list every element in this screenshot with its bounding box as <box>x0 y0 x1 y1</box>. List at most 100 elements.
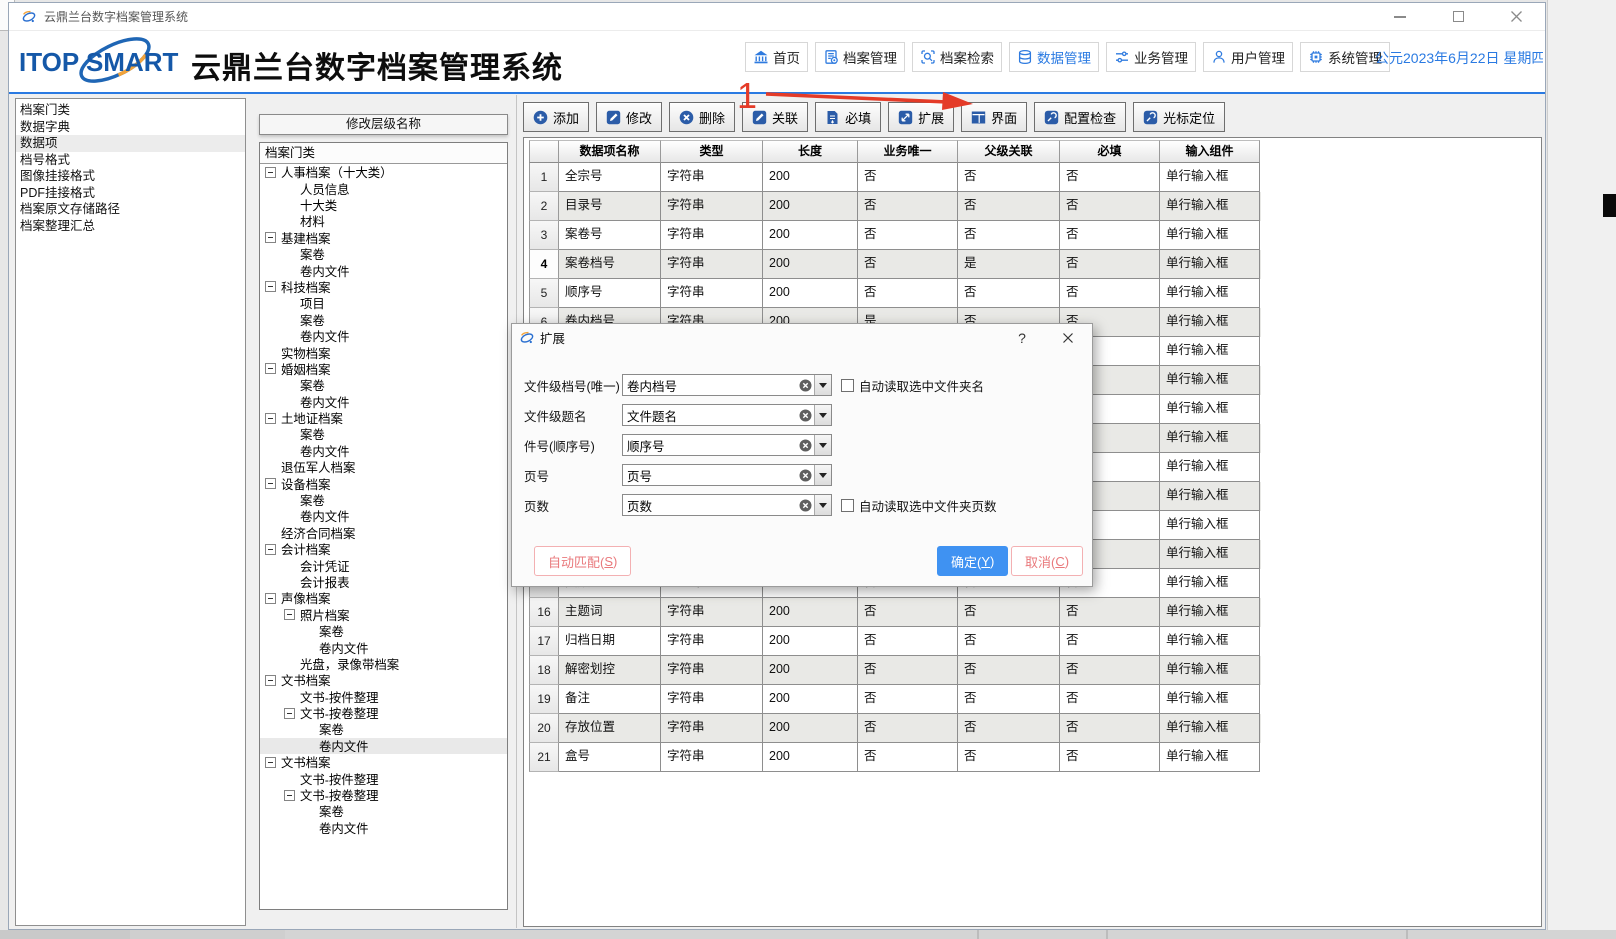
tree-node[interactable]: 实物档案 <box>260 344 507 360</box>
tree-collapse-icon[interactable] <box>265 675 276 686</box>
dropdown-arrow-button[interactable] <box>814 465 831 485</box>
dropdown-arrow-button[interactable] <box>814 435 831 455</box>
dialog-combobox[interactable]: 页号 <box>622 464 832 486</box>
tree-node[interactable]: 光盘，录像带档案 <box>260 656 507 672</box>
column-header[interactable]: 业务唯一 <box>858 140 958 163</box>
tree-node[interactable]: 会计凭证 <box>260 557 507 573</box>
column-header[interactable]: 输入组件 <box>1160 140 1260 163</box>
toolbar-button[interactable]: 修改 <box>596 102 662 132</box>
tree-collapse-icon[interactable] <box>265 757 276 768</box>
toolbar-button[interactable]: 必填 <box>815 102 881 132</box>
toolbar-button[interactable]: 关联 <box>742 102 808 132</box>
tree-node[interactable]: 文书-按件整理 <box>260 689 507 705</box>
toolbar-button[interactable]: 界面 <box>961 102 1027 132</box>
tree-node[interactable]: 人事档案（十大类） <box>260 164 507 180</box>
tree-node[interactable]: 卷内文件 <box>260 639 507 655</box>
sidebar-item[interactable]: PDF挂接格式 <box>16 185 245 202</box>
cancel-button[interactable]: 取消(C) <box>1011 546 1083 576</box>
nav-button[interactable]: 用户管理 <box>1203 42 1293 72</box>
tree-node[interactable]: 文书档案 <box>260 672 507 688</box>
tree-node[interactable]: 声像档案 <box>260 590 507 606</box>
column-header[interactable]: 长度 <box>763 140 858 163</box>
tree-collapse-icon[interactable] <box>265 281 276 292</box>
tree-node[interactable]: 十大类 <box>260 197 507 213</box>
nav-button[interactable]: 档案检索 <box>912 42 1002 72</box>
toolbar-button[interactable]: 光标定位 <box>1133 102 1225 132</box>
nav-button[interactable]: 数据管理 <box>1009 42 1099 72</box>
tree-node[interactable]: 照片档案 <box>260 607 507 623</box>
toolbar-button[interactable]: 删除 <box>669 102 735 132</box>
dropdown-arrow-button[interactable] <box>814 405 831 425</box>
column-header[interactable]: 数据项名称 <box>559 140 661 163</box>
auto-match-button[interactable]: 自动匹配(S) <box>534 546 631 576</box>
tree-node[interactable]: 会计档案 <box>260 541 507 557</box>
table-row[interactable]: 4案卷档号字符串200否是否单行输入框 <box>529 250 1261 279</box>
column-header[interactable]: 必填 <box>1060 140 1160 163</box>
combobox-value[interactable]: 页数 <box>623 496 797 515</box>
sidebar-item[interactable]: 档案门类 <box>16 102 245 119</box>
dialog-combobox[interactable]: 顺序号 <box>622 434 832 456</box>
tree-node[interactable]: 科技档案 <box>260 279 507 295</box>
combobox-value[interactable]: 页号 <box>623 466 797 485</box>
table-row[interactable]: 3案卷号字符串200否否否单行输入框 <box>529 221 1261 250</box>
sidebar-item[interactable]: 档案原文存储路径 <box>16 201 245 218</box>
tree-node[interactable]: 婚姻档案 <box>260 361 507 377</box>
table-row[interactable]: 17归档日期字符串200否否否单行输入框 <box>529 627 1261 656</box>
table-row[interactable]: 19备注字符串200否否否单行输入框 <box>529 685 1261 714</box>
table-row[interactable]: 21盒号字符串200否否否单行输入框 <box>529 743 1261 772</box>
tree-node[interactable]: 卷内文件 <box>260 508 507 524</box>
column-header[interactable]: 父级关联 <box>958 140 1060 163</box>
sidebar-item[interactable]: 数据项 <box>16 135 245 152</box>
minimize-button[interactable] <box>1371 3 1429 31</box>
tree-node[interactable]: 卷内文件 <box>260 262 507 278</box>
toolbar-button[interactable]: 配置检查 <box>1034 102 1126 132</box>
dialog-combobox[interactable]: 卷内档号 <box>622 374 832 396</box>
tree-node[interactable]: 卷内文件 <box>260 328 507 344</box>
tree-node[interactable]: 案卷 <box>260 721 507 737</box>
tree-node[interactable]: 案卷 <box>260 312 507 328</box>
maximize-button[interactable] <box>1429 3 1487 31</box>
tree-node[interactable]: 案卷 <box>260 426 507 442</box>
tree-node[interactable]: 经济合同档案 <box>260 525 507 541</box>
tree-node[interactable]: 卷内文件 <box>260 820 507 836</box>
column-header[interactable]: 类型 <box>661 140 763 163</box>
toolbar-button[interactable]: 扩展 <box>888 102 954 132</box>
dialog-checkbox[interactable]: 自动读取选中文件夹名 <box>841 376 984 395</box>
tree-node[interactable]: 卷内文件 <box>260 738 507 754</box>
tree-node[interactable]: 文书-按卷整理 <box>260 787 507 803</box>
clear-icon[interactable] <box>797 379 814 392</box>
tree-node[interactable]: 材料 <box>260 213 507 229</box>
tree-collapse-icon[interactable] <box>265 363 276 374</box>
nav-button[interactable]: 业务管理 <box>1106 42 1196 72</box>
dialog-help-button[interactable]: ? <box>1010 328 1034 348</box>
clear-icon[interactable] <box>797 439 814 452</box>
table-row[interactable]: 5顺序号字符串200否否否单行输入框 <box>529 279 1261 308</box>
tree-node[interactable]: 会计报表 <box>260 574 507 590</box>
tree-node[interactable]: 案卷 <box>260 623 507 639</box>
tree-node[interactable]: 退伍军人档案 <box>260 459 507 475</box>
table-row[interactable]: 1全宗号字符串200否否否单行输入框 <box>529 163 1261 192</box>
clear-icon[interactable] <box>797 469 814 482</box>
tree-node[interactable]: 设备档案 <box>260 475 507 491</box>
dialog-titlebar[interactable]: 扩展 <box>512 324 1092 351</box>
tree-node[interactable]: 卷内文件 <box>260 443 507 459</box>
tree-node[interactable]: 文书-按件整理 <box>260 770 507 786</box>
toolbar-button[interactable]: 添加 <box>523 102 589 132</box>
tree-collapse-icon[interactable] <box>284 708 295 719</box>
tree-node[interactable]: 项目 <box>260 295 507 311</box>
clear-icon[interactable] <box>797 499 814 512</box>
table-row[interactable]: 2目录号字符串200否否否单行输入框 <box>529 192 1261 221</box>
tree-collapse-icon[interactable] <box>284 609 295 620</box>
nav-button[interactable]: 档案管理 <box>815 42 905 72</box>
dialog-combobox[interactable]: 页数 <box>622 494 832 516</box>
close-button[interactable] <box>1487 3 1545 31</box>
tree-node[interactable]: 案卷 <box>260 246 507 262</box>
tree-node[interactable]: 人员信息 <box>260 180 507 196</box>
tree-node[interactable]: 文书-按卷整理 <box>260 705 507 721</box>
tree-node[interactable]: 文书档案 <box>260 754 507 770</box>
tree-node[interactable]: 卷内文件 <box>260 393 507 409</box>
nav-button[interactable]: 首页 <box>745 42 808 72</box>
table-row[interactable]: 18解密划控字符串200否否否单行输入框 <box>529 656 1261 685</box>
dropdown-arrow-button[interactable] <box>814 375 831 395</box>
tree-collapse-icon[interactable] <box>265 478 276 489</box>
